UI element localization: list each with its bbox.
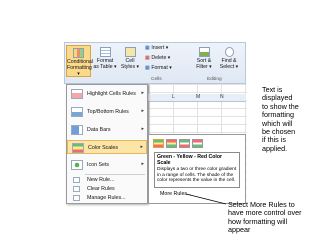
callout-line xyxy=(185,193,227,205)
annotation-line: applied. xyxy=(262,143,288,153)
annotation-line: appear xyxy=(228,225,251,235)
annotation-text-preview: Text is displayed to show the formatting… xyxy=(262,85,320,153)
annotation-more-rules: Select More Rules to have more control o… xyxy=(228,200,320,235)
